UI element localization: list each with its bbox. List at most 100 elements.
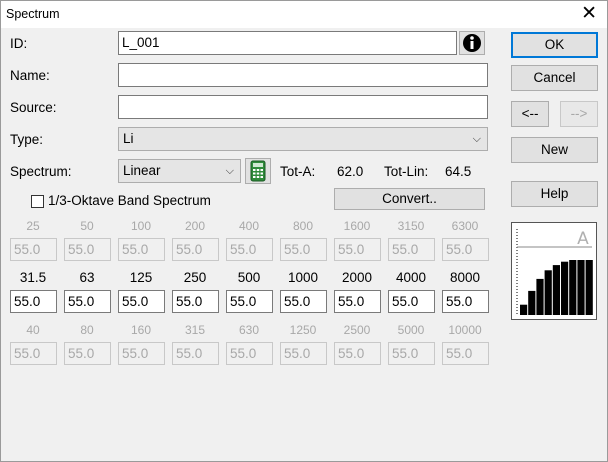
preview-bar (520, 304, 528, 315)
band-freq-label: 250 (183, 270, 207, 285)
close-icon[interactable]: ✕ (581, 3, 597, 25)
help-button[interactable]: Help (511, 181, 598, 207)
band-freq-label: 63 (79, 270, 95, 285)
band-freq-label: 25 (26, 219, 40, 233)
band-level-field[interactable]: 55.0 (172, 290, 219, 313)
band-level-field: 55.0 (334, 342, 381, 365)
band-level-field: 55.0 (10, 238, 57, 261)
type-label: Type: (10, 132, 44, 147)
name-field[interactable] (118, 63, 488, 87)
band-level-field[interactable]: 55.0 (334, 290, 381, 313)
band-freq-label: 31.5 (19, 270, 47, 285)
chevron-down-icon: ⌵ (225, 165, 234, 177)
chevron-down-icon: ⌵ (472, 133, 481, 145)
band-level-field[interactable]: 55.0 (388, 290, 435, 313)
info-icon (463, 34, 481, 52)
calculator-button[interactable] (245, 158, 271, 184)
band-level-field: 55.0 (64, 342, 111, 365)
band-level-field[interactable]: 55.0 (226, 290, 273, 313)
band-freq-label: 40 (26, 323, 40, 337)
source-field[interactable] (118, 95, 488, 119)
band-freq-label: 50 (80, 219, 94, 233)
info-button[interactable] (459, 31, 485, 55)
tot-lin-label: Tot-Lin: (384, 164, 429, 179)
next-button[interactable]: --> (560, 101, 598, 127)
band-level-field[interactable]: 55.0 (10, 290, 57, 313)
preview-bar (569, 260, 577, 315)
band-freq-label: 160 (130, 323, 152, 337)
tot-a-value: 62.0 (337, 164, 364, 179)
band-level-field: 55.0 (334, 238, 381, 261)
spectrum-dialog: Spectrum ✕ ID: L_001 Name: Source: Type:… (0, 0, 608, 462)
ok-button[interactable]: OK (511, 32, 598, 58)
type-dropdown[interactable]: Li ⌵ (118, 127, 488, 151)
preview-bar (552, 265, 560, 315)
convert-button[interactable]: Convert.. (334, 188, 485, 210)
weighting-label: A (577, 229, 589, 249)
window-title: Spectrum (6, 7, 60, 21)
band-level-field: 55.0 (226, 238, 273, 261)
preview-bar (561, 261, 569, 315)
band-freq-label: 5000 (397, 323, 425, 337)
tot-lin-value: 64.5 (445, 164, 472, 179)
band-freq-label: 630 (238, 323, 260, 337)
band-level-field[interactable]: 55.0 (118, 290, 165, 313)
band-level-field: 55.0 (280, 342, 327, 365)
cancel-button[interactable]: Cancel (511, 65, 598, 91)
spectrum-label: Spectrum: (10, 164, 72, 179)
band-freq-label: 8000 (449, 270, 481, 285)
spectrum-preview: A (511, 222, 597, 320)
band-freq-label: 200 (184, 219, 206, 233)
title-bar: Spectrum ✕ (1, 1, 607, 28)
calculator-icon (250, 160, 266, 182)
preview-bar (577, 260, 585, 315)
spectrum-value: Linear (123, 163, 161, 178)
band-level-field: 55.0 (388, 342, 435, 365)
name-label: Name: (10, 68, 50, 83)
band-freq-label: 100 (130, 219, 152, 233)
band-level-field: 55.0 (172, 342, 219, 365)
id-label: ID: (10, 36, 28, 51)
source-label: Source: (10, 100, 57, 115)
band-level-field[interactable]: 55.0 (280, 290, 327, 313)
band-level-field[interactable]: 55.0 (64, 290, 111, 313)
third-octave-checkbox[interactable] (31, 195, 44, 208)
band-level-field: 55.0 (10, 342, 57, 365)
band-level-field: 55.0 (280, 238, 327, 261)
preview-bar (536, 278, 544, 315)
band-freq-label: 1600 (343, 219, 371, 233)
band-level-field: 55.0 (226, 342, 273, 365)
tot-a-label: Tot-A: (280, 164, 316, 179)
band-level-field: 55.0 (118, 342, 165, 365)
band-freq-label: 10000 (448, 323, 482, 337)
band-level-field: 55.0 (388, 238, 435, 261)
spectrum-preview-chart: A (516, 229, 593, 315)
band-level-field: 55.0 (118, 238, 165, 261)
band-level-field: 55.0 (64, 238, 111, 261)
band-freq-label: 4000 (395, 270, 427, 285)
preview-bar (544, 270, 552, 315)
preview-bar (585, 260, 593, 315)
third-octave-label: 1/3-Oktave Band Spectrum (48, 193, 211, 208)
type-value: Li (123, 131, 134, 146)
spectrum-dropdown[interactable]: Linear ⌵ (118, 159, 241, 183)
band-level-field: 55.0 (442, 238, 489, 261)
band-freq-label: 125 (129, 270, 153, 285)
id-field[interactable]: L_001 (118, 31, 457, 55)
band-level-field: 55.0 (172, 238, 219, 261)
band-freq-label: 80 (80, 323, 94, 337)
band-freq-label: 500 (237, 270, 261, 285)
band-freq-label: 3150 (397, 219, 425, 233)
band-level-field: 55.0 (442, 342, 489, 365)
new-button[interactable]: New (511, 137, 598, 163)
preview-bar (528, 290, 536, 315)
band-freq-label: 1250 (289, 323, 317, 337)
band-freq-label: 800 (292, 219, 314, 233)
band-freq-label: 315 (184, 323, 206, 337)
band-freq-label: 1000 (287, 270, 319, 285)
band-level-field[interactable]: 55.0 (442, 290, 489, 313)
band-freq-label: 6300 (451, 219, 479, 233)
band-freq-label: 2500 (343, 323, 371, 337)
prev-button[interactable]: <-- (511, 101, 549, 127)
band-freq-label: 400 (238, 219, 260, 233)
